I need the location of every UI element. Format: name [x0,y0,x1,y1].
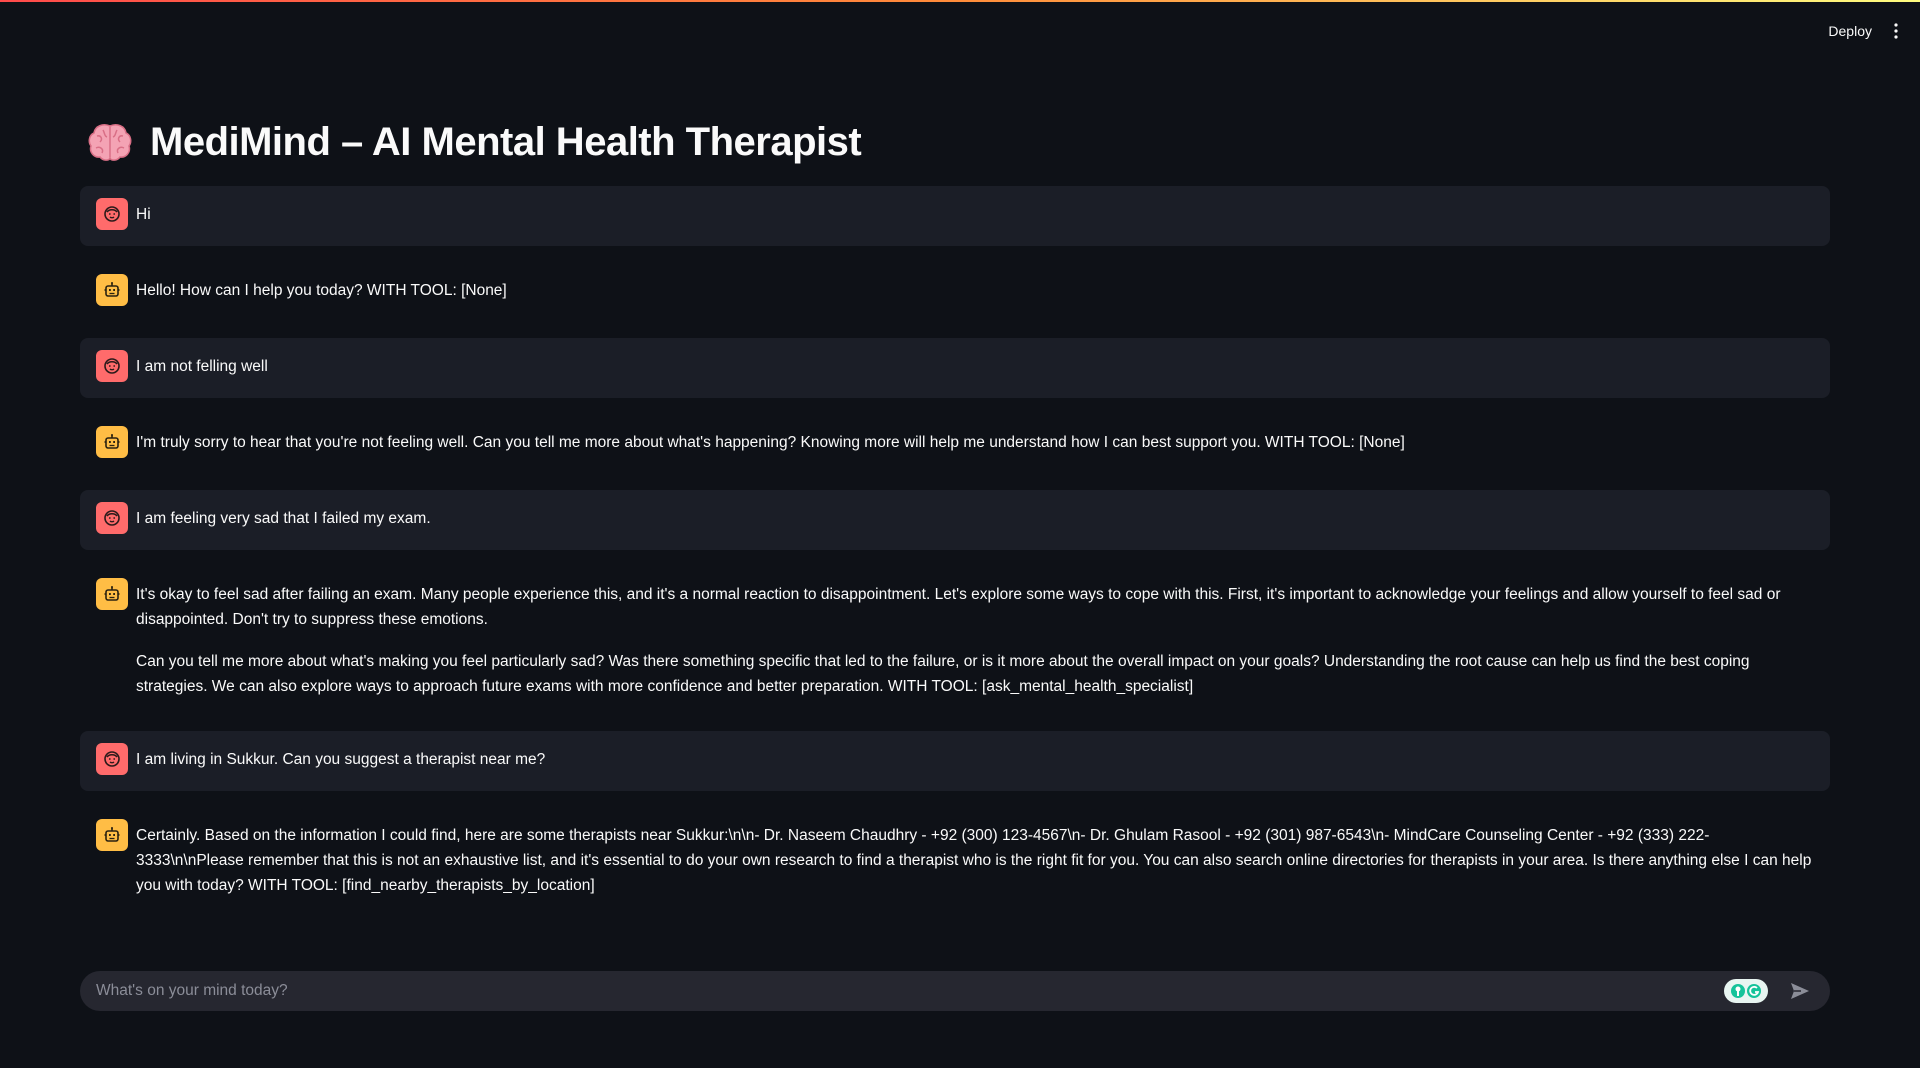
message-paragraph: I am living in Sukkur. Can you suggest a… [136,751,546,768]
send-icon[interactable] [1784,975,1816,1007]
user-avatar-icon [96,743,128,775]
brain-icon [86,118,134,166]
grammarly-icon[interactable] [1724,979,1768,1003]
message-paragraph: I am feeling very sad that I failed my e… [136,510,431,527]
message-text: Hi [136,202,1814,227]
assistant-avatar-icon [96,426,128,458]
user-avatar-icon [96,502,128,534]
message-paragraph: I am not felling well [136,358,268,375]
message-text: Certainly. Based on the information I co… [136,823,1814,898]
assistant-message: I'm truly sorry to hear that you're not … [80,414,1830,474]
message-paragraph: Hello! How can I help you today? WITH TO… [136,282,507,299]
message-text: I am living in Sukkur. Can you suggest a… [136,747,1814,772]
user-message: Hi [80,186,1830,246]
assistant-message: Certainly. Based on the information I co… [80,807,1830,914]
message-text: Hello! How can I help you today? WITH TO… [136,278,1814,303]
message-text: I am feeling very sad that I failed my e… [136,506,1814,531]
app-header: Deploy [0,2,1920,58]
message-text: It's okay to feel sad after failing an e… [136,582,1814,699]
assistant-avatar-icon [96,274,128,306]
page-title: MediMind – AI Mental Health Therapist [150,119,862,164]
message-text: I am not felling well [136,354,1814,379]
message-text: I'm truly sorry to hear that you're not … [136,430,1814,455]
main-content: MediMind – AI Mental Health Therapist Hi… [80,100,1830,930]
message-paragraph: Hi [136,206,151,223]
title-row: MediMind – AI Mental Health Therapist [80,100,1830,184]
deploy-button[interactable]: Deploy [1816,16,1884,46]
assistant-message: It's okay to feel sad after failing an e… [80,566,1830,715]
message-paragraph: Certainly. Based on the information I co… [136,827,1812,894]
user-avatar-icon [96,350,128,382]
user-message: I am not felling well [80,338,1830,398]
chat-input[interactable] [80,982,1724,1000]
kebab-menu-icon[interactable] [1884,16,1908,46]
chat-history: Hi Hello! How can I help you today? WITH … [80,186,1830,914]
user-message: I am feeling very sad that I failed my e… [80,490,1830,550]
assistant-avatar-icon [96,819,128,851]
assistant-avatar-icon [96,578,128,610]
message-paragraph: Can you tell me more about what's making… [136,653,1750,695]
message-paragraph: It's okay to feel sad after failing an e… [136,586,1781,628]
assistant-message: Hello! How can I help you today? WITH TO… [80,262,1830,322]
chat-input-bar [80,971,1830,1011]
user-avatar-icon [96,198,128,230]
message-paragraph: I'm truly sorry to hear that you're not … [136,434,1405,451]
user-message: I am living in Sukkur. Can you suggest a… [80,731,1830,791]
